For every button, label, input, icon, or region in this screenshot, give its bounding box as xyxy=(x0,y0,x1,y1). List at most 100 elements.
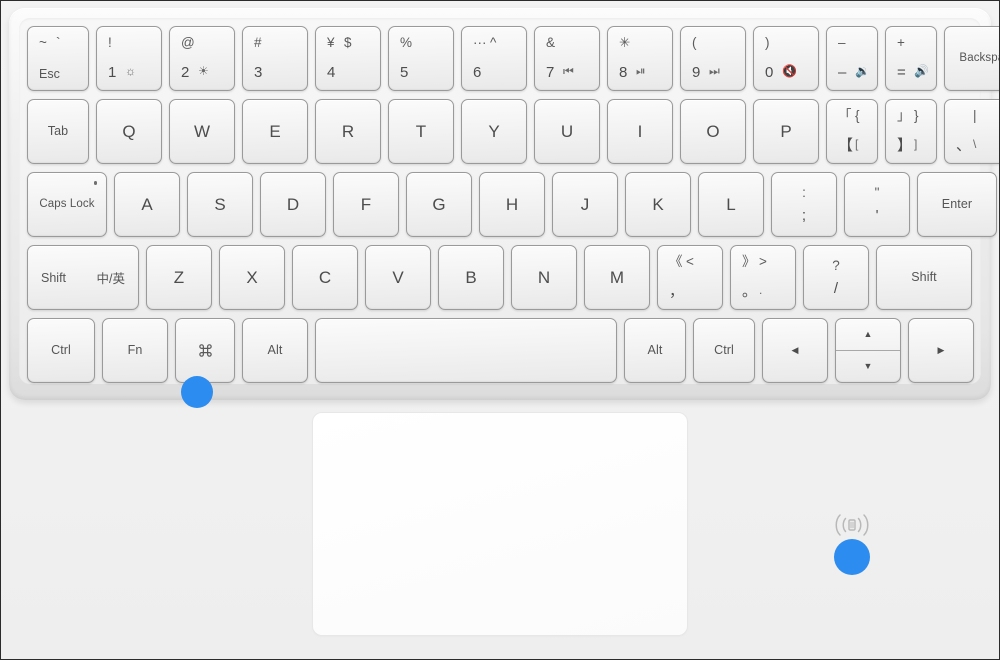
comma-key[interactable]: 《 <， xyxy=(657,245,723,310)
digit7-fn-icon: ⏮ xyxy=(563,64,574,78)
digit0-key[interactable]: ) 0 🔇 xyxy=(753,26,819,91)
digit6-key[interactable]: ··· ^ 6 xyxy=(461,26,527,91)
digit2-key[interactable]: @2 ☀ xyxy=(169,26,235,91)
enter-key[interactable]: Enter xyxy=(917,172,997,237)
keyS-key[interactable]: S xyxy=(187,172,253,237)
keyC-key[interactable]: C xyxy=(292,245,358,310)
arrow-up-glyph: ▲ xyxy=(863,329,873,339)
keyJ-key[interactable]: J xyxy=(552,172,618,237)
keyF-key[interactable]: F xyxy=(333,172,399,237)
keyI-key[interactable]: I xyxy=(607,99,673,164)
minus-key[interactable]: – – 🔉 xyxy=(826,26,878,91)
keyV-key[interactable]: V xyxy=(365,245,431,310)
equal-key[interactable]: + = 🔊 xyxy=(885,26,937,91)
fn-key[interactable]: Fn xyxy=(102,318,168,383)
keyG-key[interactable]: G xyxy=(406,172,472,237)
arrowUpDown-key[interactable]: ▲ ▼ xyxy=(835,318,901,383)
keyL-key[interactable]: L xyxy=(698,172,764,237)
backslash-fn-icon: \ xyxy=(973,137,977,151)
arrow-down-icon[interactable]: ▼ xyxy=(836,351,900,382)
arrow-up-icon[interactable]: ▲ xyxy=(836,319,900,350)
keyQ-key[interactable]: Q xyxy=(96,99,162,164)
semicolon-key[interactable]: :; xyxy=(771,172,837,237)
keyB-key[interactable]: B xyxy=(438,245,504,310)
minus-shift-legend-alt xyxy=(855,36,872,50)
keyT-key[interactable]: T xyxy=(388,99,454,164)
digit1-fn-icon: ☼ xyxy=(125,64,136,78)
quote-key[interactable]: " ' xyxy=(844,172,910,237)
ctrlL-key[interactable]: Ctrl xyxy=(27,318,95,383)
digit8-shift-legend: ✳ xyxy=(619,35,631,50)
altR-key[interactable]: Alt xyxy=(624,318,686,383)
command-icon xyxy=(197,342,214,359)
keyZ-label: Z xyxy=(173,268,185,287)
arrowLeft-key[interactable]: ◀ xyxy=(762,318,828,383)
shiftR-key[interactable]: Shift xyxy=(876,245,972,310)
bracketL-key[interactable]: 「{【[ xyxy=(826,99,878,164)
keyZ-key[interactable]: Z xyxy=(146,245,212,310)
keyU-key[interactable]: U xyxy=(534,99,600,164)
backspace-label: Backspace xyxy=(959,51,999,64)
keyO-key[interactable]: O xyxy=(680,99,746,164)
digit2-legend: @2 ☀ xyxy=(170,27,234,90)
period-key[interactable]: 》 >。. xyxy=(730,245,796,310)
altL-key[interactable]: Alt xyxy=(242,318,308,383)
bracketR-key[interactable]: 」}】] xyxy=(885,99,937,164)
digit6-legend: ··· ^ 6 xyxy=(462,27,526,90)
keyJ-label: J xyxy=(580,195,590,214)
digit4-key[interactable]: ¥ $4 xyxy=(315,26,381,91)
slash-base-legend: / xyxy=(833,280,839,297)
digit5-key[interactable]: % 5 xyxy=(388,26,454,91)
digit4-shift-legend-alt: $ xyxy=(344,35,352,50)
shiftL-key[interactable]: Shift 中/英 xyxy=(27,245,139,310)
keyR-key[interactable]: R xyxy=(315,99,381,164)
arrow-left-icon: ◀ xyxy=(791,345,799,355)
ctrlR-key[interactable]: Ctrl xyxy=(693,318,755,383)
digit7-base-legend: 7 xyxy=(546,64,555,81)
digit1-key[interactable]: ! 1 ☼ xyxy=(96,26,162,91)
digit9-key[interactable]: (9 ⏭ xyxy=(680,26,746,91)
digit5-fn-icon xyxy=(417,65,434,80)
backslash-key[interactable]: |、 \ xyxy=(944,99,999,164)
digit0-shift-legend-alt xyxy=(782,36,799,50)
arrowRight-key[interactable]: ▶ xyxy=(908,318,974,383)
backspace-key[interactable]: Backspace xyxy=(944,26,999,91)
period-legend: 》 >。. xyxy=(731,246,795,309)
keyY-key[interactable]: Y xyxy=(461,99,527,164)
digit0-legend: ) 0 🔇 xyxy=(754,27,818,90)
keyM-key[interactable]: M xyxy=(584,245,650,310)
keyP-label: P xyxy=(780,122,792,141)
comma-base-legend: ， xyxy=(669,283,685,300)
digit7-key[interactable]: & 7 ⏮ xyxy=(534,26,600,91)
cursor-dot-nfc xyxy=(834,539,870,575)
keyH-label: H xyxy=(505,195,519,214)
esc-key[interactable]: ~ ` Esc xyxy=(27,26,89,91)
trackpad[interactable] xyxy=(313,413,687,635)
space-key[interactable] xyxy=(315,318,617,383)
keyP-key[interactable]: P xyxy=(753,99,819,164)
digit3-legend: #3 xyxy=(243,27,307,90)
tab-key[interactable]: Tab xyxy=(27,99,89,164)
keyK-key[interactable]: K xyxy=(625,172,691,237)
capslock-key[interactable]: Caps Lock xyxy=(27,172,107,237)
slash-key[interactable]: ? / xyxy=(803,245,869,310)
digit3-key[interactable]: #3 xyxy=(242,26,308,91)
keyH-key[interactable]: H xyxy=(479,172,545,237)
keyD-key[interactable]: D xyxy=(260,172,326,237)
digit5-legend: % 5 xyxy=(389,27,453,90)
keyW-key[interactable]: W xyxy=(169,99,235,164)
keyE-key[interactable]: E xyxy=(242,99,308,164)
digit1-legend: ! 1 ☼ xyxy=(97,27,161,90)
keyT-label: T xyxy=(415,122,427,141)
command-key[interactable] xyxy=(175,318,235,383)
keyX-key[interactable]: X xyxy=(219,245,285,310)
bracketR-legend: 」}】] xyxy=(886,100,936,163)
keyA-key[interactable]: A xyxy=(114,172,180,237)
keyN-key[interactable]: N xyxy=(511,245,577,310)
keyM-label: M xyxy=(609,268,625,287)
digit2-fn-icon: ☀ xyxy=(198,64,209,78)
keyboard-row-shift: Shift 中/英 Z X C V B N M 《 <，》 >。.? / Shift xyxy=(27,245,972,310)
digit1-shift-legend: ! xyxy=(108,35,112,50)
digit8-key[interactable]: ✳ 8 ⏯ xyxy=(607,26,673,91)
period-shift-legend-alt: > xyxy=(759,254,767,269)
